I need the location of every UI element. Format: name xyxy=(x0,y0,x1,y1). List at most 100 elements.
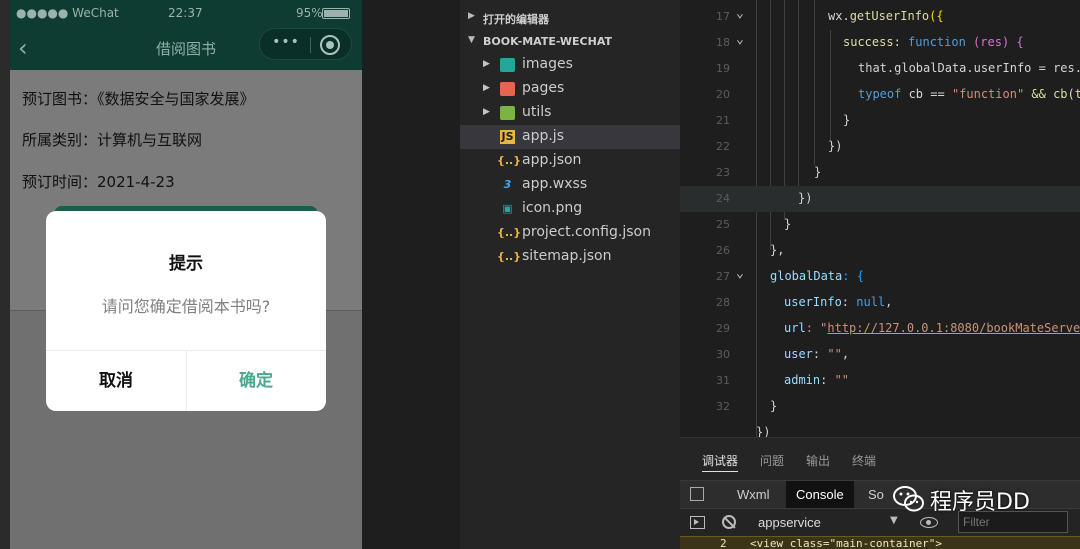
tree-item-sitemap[interactable]: {..} sitemap.json xyxy=(460,245,680,269)
chevron-right-icon: ▶ xyxy=(483,59,490,69)
code-text: url: "http://127.0.0.1:8080/bookMateServ… xyxy=(784,321,1080,335)
capsule-divider xyxy=(310,37,311,53)
code-line-21: 21 } xyxy=(680,108,1080,134)
reserve-time-text: 预订时间：2021-4-23 xyxy=(22,173,175,191)
inspect-element-icon[interactable] xyxy=(690,487,704,501)
code-text: } xyxy=(784,217,792,231)
js-file-icon: JS xyxy=(500,130,515,144)
context-selector[interactable]: appservice xyxy=(758,515,821,530)
code-text: globalData: { xyxy=(770,269,864,283)
file-explorer: ▶ 打开的编辑器 ▼ BOOK-MATE-WECHAT ▶ images ▶ p… xyxy=(460,0,680,549)
code-editor[interactable]: 17 ⌄ wx.getUserInfo({ 18 ⌄ success: func… xyxy=(680,0,1080,437)
tab-terminal[interactable]: 终端 xyxy=(852,452,876,469)
tree-item-utils[interactable]: ▶ utils xyxy=(460,101,680,125)
chevron-right-icon: ▶ xyxy=(483,107,490,117)
book-title-text: 预订图书：《数据安全与国家发展》 xyxy=(22,90,255,108)
tree-item-label: app.js xyxy=(522,128,564,144)
fold-chevron-icon[interactable]: ⌄ xyxy=(736,266,744,281)
expanded-caret-icon: ▼ xyxy=(468,35,475,45)
code-text: success: function (res) { xyxy=(843,35,1024,49)
code-line-17: 17 ⌄ wx.getUserInfo({ xyxy=(680,4,1080,30)
collapsed-caret-icon: ▶ xyxy=(468,11,475,21)
tree-item-icon-png[interactable]: ▣ icon.png xyxy=(460,197,680,221)
tree-item-label: images xyxy=(522,56,573,72)
signal-indicator: ●●●●● WeChat xyxy=(16,6,119,20)
mini-program-capsule: ••• xyxy=(259,28,352,60)
line-number: 21 xyxy=(716,114,730,127)
tab-sources[interactable]: So xyxy=(868,487,884,502)
code-line-24: 24 }) xyxy=(680,186,1080,212)
tree-item-label: icon.png xyxy=(522,200,583,216)
tree-item-project-config[interactable]: {..} project.config.json xyxy=(460,221,680,245)
battery-percent: 95% xyxy=(296,6,323,20)
code-line-27: 27 ⌄ globalData: { xyxy=(680,264,1080,290)
css-file-icon: 3 xyxy=(503,178,512,191)
code-text: } xyxy=(843,113,851,127)
code-text: typeof cb == "function" && cb(t xyxy=(858,87,1080,101)
tab-console[interactable]: Console xyxy=(786,481,854,509)
code-line-33: }) xyxy=(680,420,1080,437)
tab-wxml[interactable]: Wxml xyxy=(737,487,770,502)
wechat-logo-icon xyxy=(893,486,924,512)
json-file-icon: {..} xyxy=(497,226,522,239)
status-time: 22:37 xyxy=(168,6,203,20)
tab-problems[interactable]: 问题 xyxy=(760,452,784,469)
tab-output[interactable]: 输出 xyxy=(806,452,830,469)
tree-item-pages[interactable]: ▶ pages xyxy=(460,77,680,101)
code-line-23: 23 } xyxy=(680,160,1080,186)
tree-item-label: app.json xyxy=(522,152,582,168)
tree-item-app-wxss[interactable]: 3 app.wxss xyxy=(460,173,680,197)
line-number: 29 xyxy=(716,322,730,335)
code-line-22: 22 }) xyxy=(680,134,1080,160)
cancel-button[interactable]: 取消 xyxy=(46,351,186,411)
more-icon[interactable]: ••• xyxy=(268,34,304,50)
project-section[interactable]: ▼ BOOK-MATE-WECHAT xyxy=(460,30,680,52)
code-line-29: 29 url: "http://127.0.0.1:8080/bookMateS… xyxy=(680,316,1080,342)
open-editors-label: 打开的编辑器 xyxy=(483,13,549,26)
console-line-number: 2 xyxy=(720,537,727,549)
line-number: 30 xyxy=(716,348,730,361)
folder-pages-icon xyxy=(500,82,515,96)
code-line-30: 30 user: "", xyxy=(680,342,1080,368)
image-file-icon: ▣ xyxy=(502,202,513,215)
fold-chevron-icon[interactable]: ⌄ xyxy=(736,6,744,21)
json-file-icon: {..} xyxy=(497,154,522,167)
fold-chevron-icon[interactable]: ⌄ xyxy=(736,32,744,47)
dialog-title: 提示 xyxy=(169,254,203,274)
code-text: userInfo: null, xyxy=(784,295,893,309)
code-line-31: 31 admin: "" xyxy=(680,368,1080,394)
tree-item-label: pages xyxy=(522,80,565,96)
folder-utils-icon xyxy=(500,106,515,120)
tab-debugger[interactable]: 调试器 xyxy=(702,452,739,472)
folder-images-icon xyxy=(500,58,515,72)
sidebar-toggle-icon[interactable] xyxy=(690,516,705,529)
line-number: 17 xyxy=(716,10,730,23)
line-number: 28 xyxy=(716,296,730,309)
code-text: }, xyxy=(770,243,785,257)
open-editors-section[interactable]: ▶ 打开的编辑器 xyxy=(460,6,680,28)
code-line-20: 20 typeof cb == "function" && cb(t xyxy=(680,82,1080,108)
battery-icon xyxy=(322,8,350,19)
tree-item-app-js[interactable]: JS app.js xyxy=(460,125,680,149)
confirm-button[interactable]: 确定 xyxy=(186,351,326,411)
console-message: 2 <view class="main-container"> xyxy=(680,536,1080,549)
line-number: 32 xyxy=(716,400,730,413)
close-capsule-icon[interactable] xyxy=(320,35,340,55)
code-text: admin: "" xyxy=(784,373,850,387)
code-text: }) xyxy=(756,425,771,437)
line-number: 19 xyxy=(716,62,730,75)
line-number: 24 xyxy=(716,192,730,205)
clear-console-icon[interactable] xyxy=(722,515,736,529)
tree-item-app-json[interactable]: {..} app.json xyxy=(460,149,680,173)
simulator-panel: ●●●●● WeChat 22:37 95% ‹ 借阅图书 ••• 预订图书：《… xyxy=(0,0,362,549)
line-number: 26 xyxy=(716,244,730,257)
code-line-18: 18 ⌄ success: function (res) { xyxy=(680,30,1080,56)
json-file-icon: {..} xyxy=(497,250,522,263)
line-number: 23 xyxy=(716,166,730,179)
tree-item-label: app.wxss xyxy=(522,176,588,192)
line-number: 18 xyxy=(716,36,730,49)
tree-item-images[interactable]: ▶ images xyxy=(460,53,680,77)
project-name: BOOK-MATE-WECHAT xyxy=(483,35,613,48)
code-text: }) xyxy=(828,139,843,153)
code-text: } xyxy=(770,399,778,413)
